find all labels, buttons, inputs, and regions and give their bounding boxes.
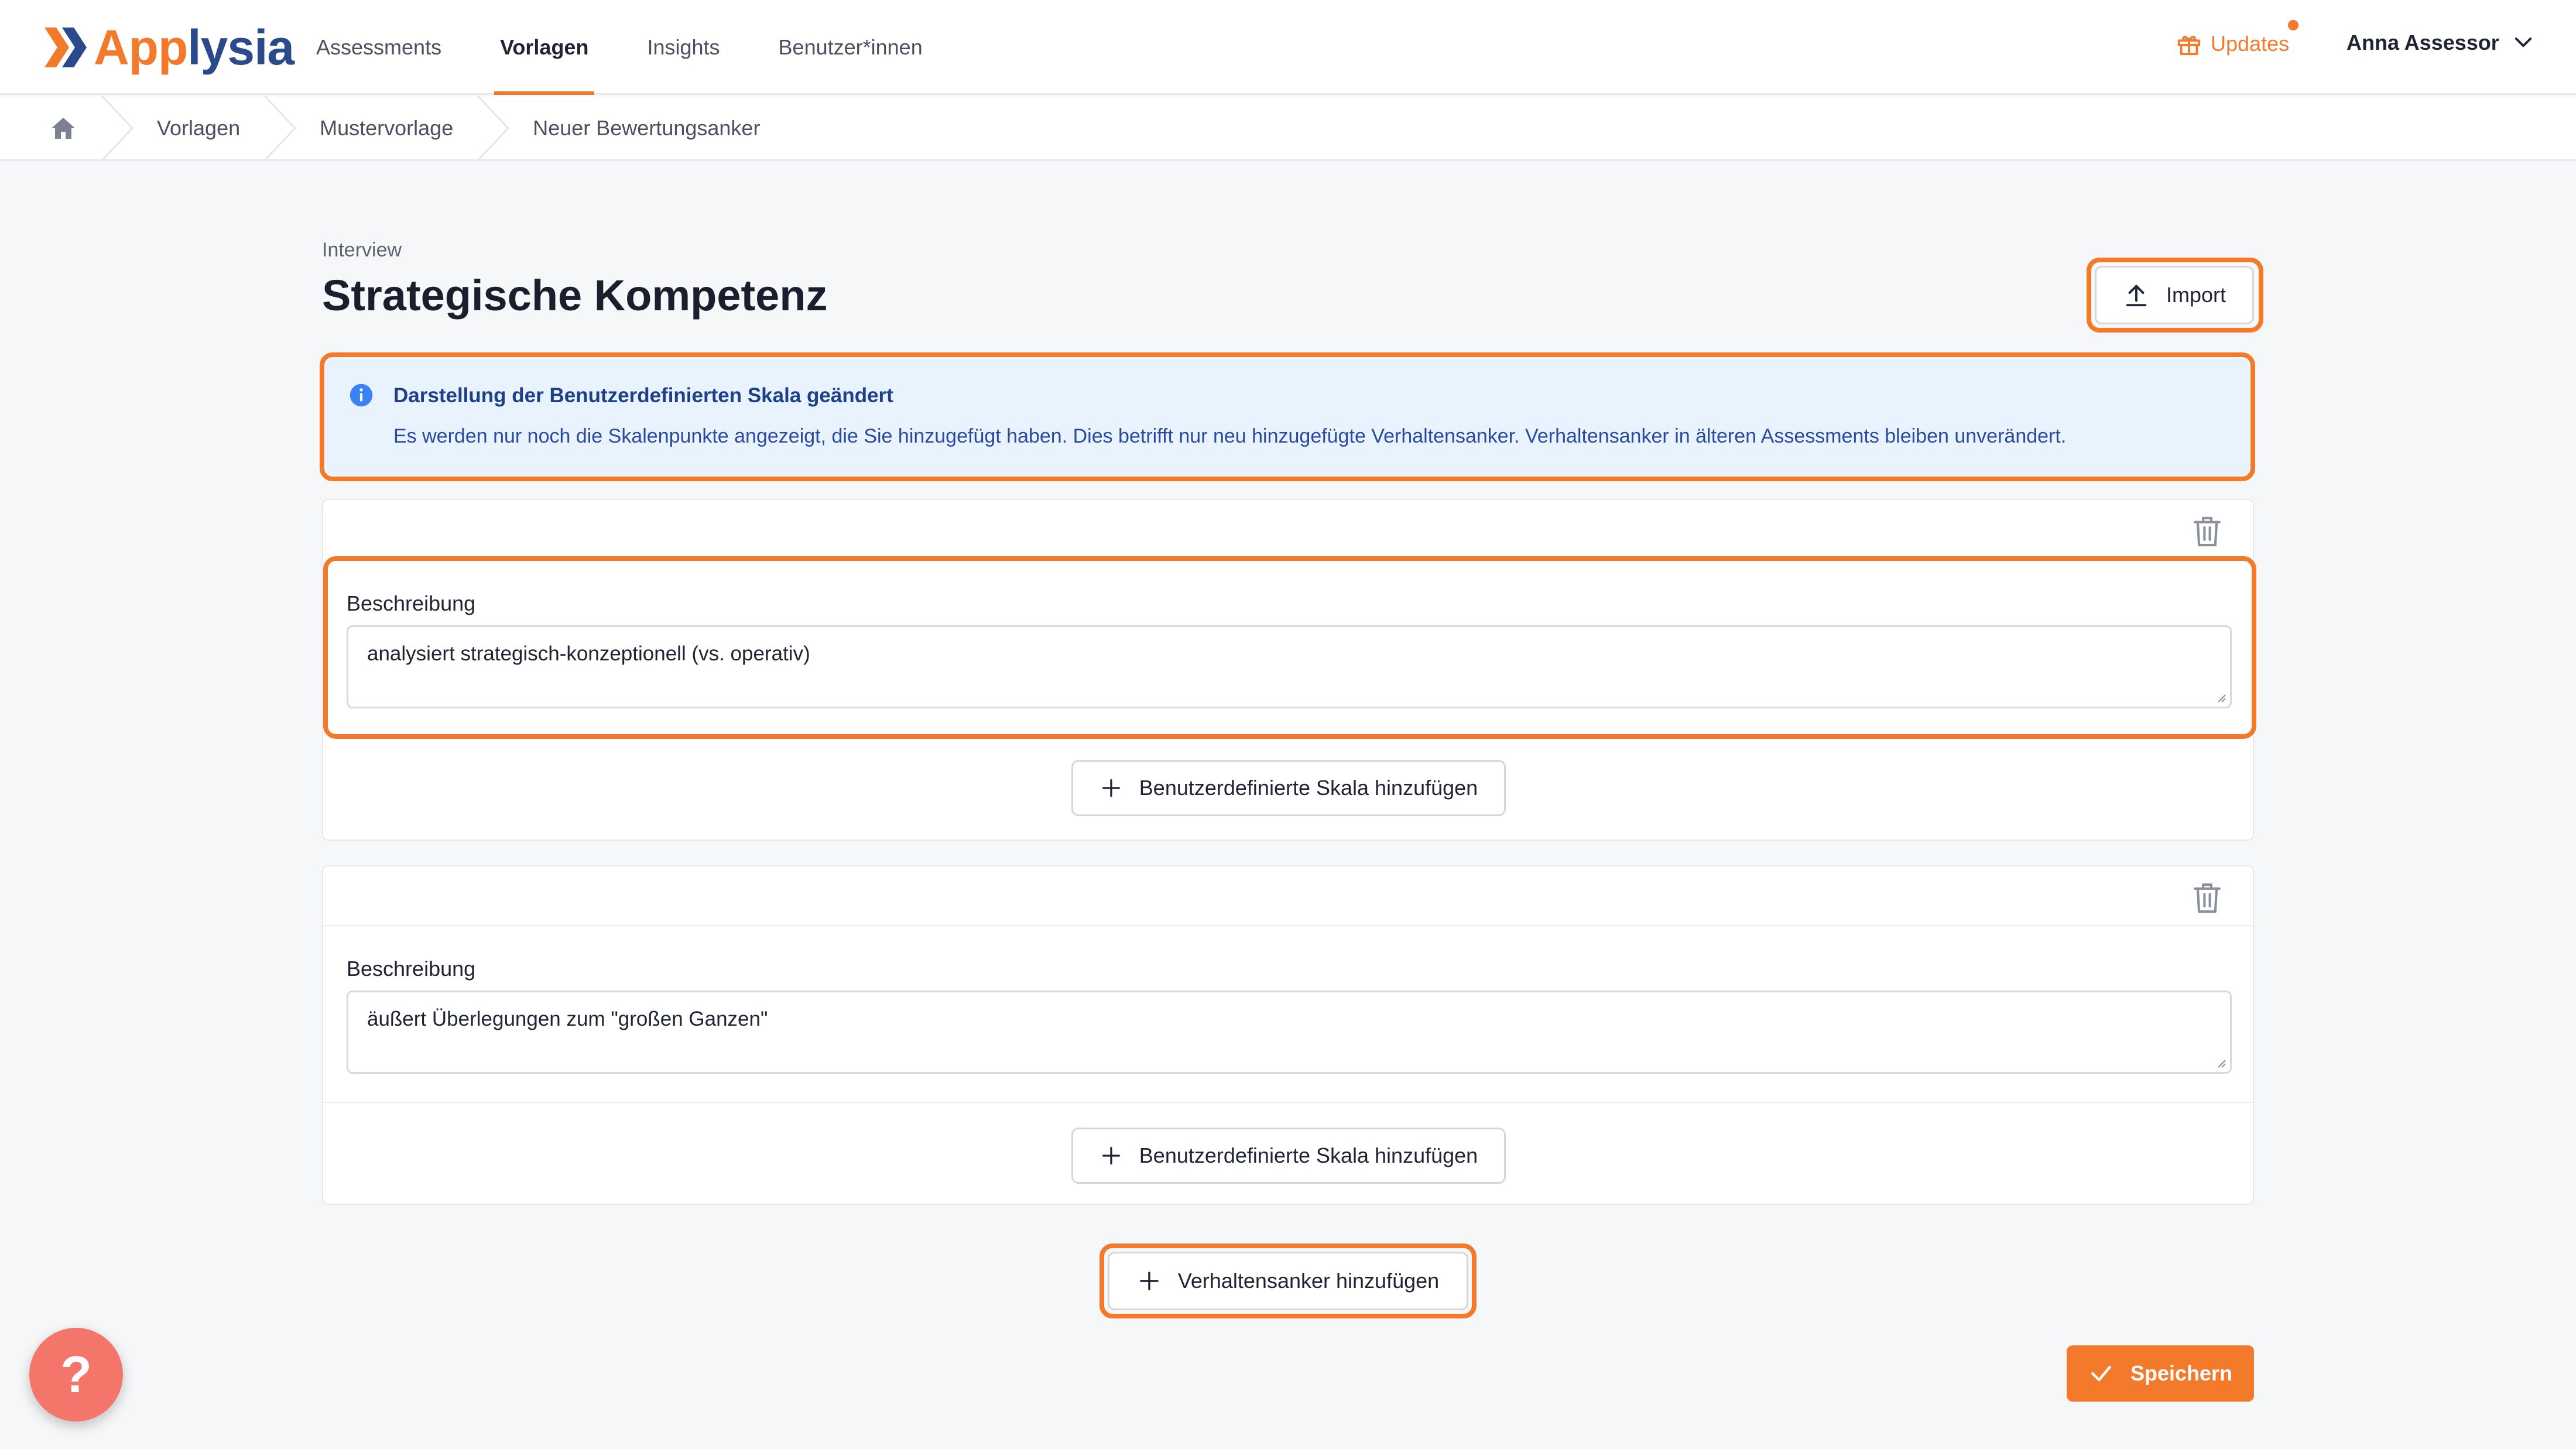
plus-icon [1102, 779, 1120, 797]
info-title: Darstellung der Benutzerdefinierten Skal… [393, 384, 893, 407]
breadcrumb-item-mustervorlage[interactable]: Mustervorlage [320, 96, 453, 160]
breadcrumb-item-current: Neuer Bewertungsanker [533, 115, 761, 140]
description-value: äußert Überlegungen zum "großen Ganzen" [367, 1008, 768, 1030]
add-behavior-anchor-label: Verhaltensanker hinzufügen [1177, 1269, 1440, 1293]
logo-wordmark: Applysia [94, 20, 294, 75]
updates-notification-dot [2288, 20, 2298, 30]
breadcrumb: Vorlagen Mustervorlage Neuer Bewertungsa… [0, 95, 2576, 161]
resize-grip-icon[interactable] [2214, 1056, 2226, 1068]
info-alert: Darstellung der Benutzerdefinierten Skal… [326, 358, 2249, 475]
anchor-card: Beschreibung äußert Überlegungen zum "gr… [322, 865, 2254, 1205]
add-custom-scale-label: Benutzerdefinierte Skala hinzufügen [1139, 776, 1478, 800]
help-button[interactable]: ? [29, 1328, 123, 1421]
card-divider [323, 1102, 2253, 1103]
top-navigation-bar: Applysia Assessments Vorlagen Insights B… [0, 0, 2576, 95]
user-menu[interactable]: Anna Assessor [2347, 30, 2536, 55]
breadcrumb-separator [264, 95, 297, 160]
nav-item-vorlagen[interactable]: Vorlagen [494, 0, 595, 95]
nav-item-assessments[interactable]: Assessments [316, 0, 441, 95]
gift-icon [2177, 36, 2201, 56]
save-label: Speichern [2130, 1361, 2233, 1385]
check-icon [2091, 1365, 2111, 1382]
plus-icon [1102, 1147, 1120, 1164]
page-eyebrow: Interview [322, 239, 402, 261]
logo-chevron-icon [44, 28, 87, 67]
upload-icon [2126, 285, 2147, 307]
updates-button[interactable]: Updates [2176, 30, 2289, 57]
import-button[interactable]: Import [2095, 266, 2254, 324]
trash-icon[interactable] [2191, 514, 2224, 549]
plus-icon [1140, 1272, 1159, 1290]
add-custom-scale-button[interactable]: Benutzerdefinierte Skala hinzufügen [1071, 1128, 1506, 1184]
description-textarea[interactable]: äußert Überlegungen zum "großen Ganzen" [347, 991, 2232, 1074]
add-custom-scale-label: Benutzerdefinierte Skala hinzufügen [1139, 1143, 1478, 1167]
description-highlight [323, 556, 2256, 739]
user-name: Anna Assessor [2347, 30, 2499, 54]
help-icon: ? [60, 1345, 92, 1403]
main-nav: Assessments Vorlagen Insights Benutzer*i… [316, 0, 981, 95]
home-icon[interactable] [49, 114, 77, 142]
breadcrumb-separator [101, 95, 134, 160]
applysia-logo[interactable]: Applysia [44, 15, 294, 80]
add-custom-scale-button[interactable]: Benutzerdefinierte Skala hinzufügen [1071, 760, 1506, 816]
card-divider [323, 925, 2253, 926]
info-text: Es werden nur noch die Skalenpunkte ange… [393, 425, 2067, 447]
description-label: Beschreibung [347, 957, 476, 981]
breadcrumb-item-vorlagen[interactable]: Vorlagen [157, 96, 240, 160]
breadcrumb-separator [477, 95, 510, 160]
updates-label: Updates [2211, 32, 2290, 56]
trash-icon[interactable] [2191, 881, 2224, 916]
page-title: Strategische Kompetenz [322, 271, 828, 320]
nav-item-benutzer-innen[interactable]: Benutzer*innen [779, 0, 923, 95]
save-button[interactable]: Speichern [2067, 1345, 2254, 1402]
chevron-down-icon [2515, 37, 2532, 47]
info-icon [350, 383, 373, 407]
nav-item-insights[interactable]: Insights [647, 0, 720, 95]
import-label: Import [2166, 283, 2226, 307]
add-behavior-anchor-button[interactable]: Verhaltensanker hinzufügen [1108, 1252, 1468, 1310]
